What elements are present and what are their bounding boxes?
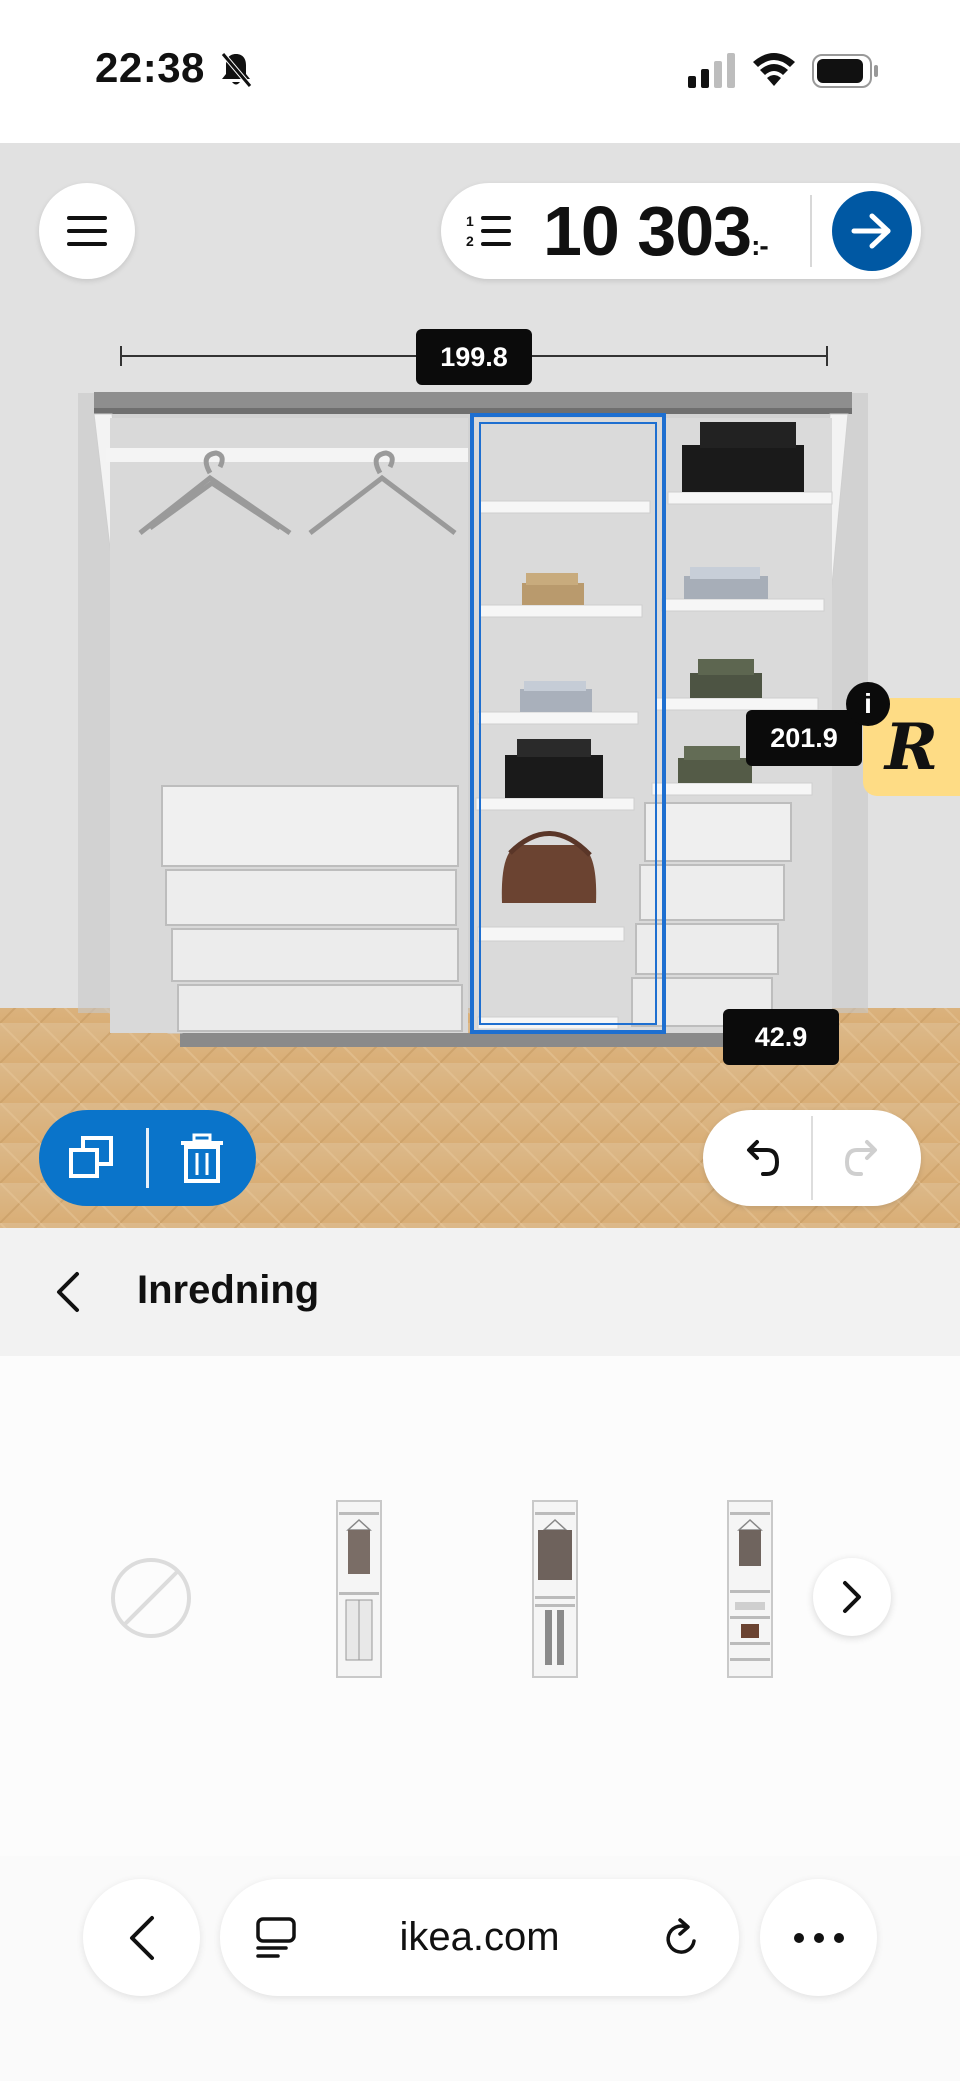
interior-option-3[interactable] (727, 1500, 773, 1678)
chevron-left-icon (57, 1272, 79, 1312)
address-bar[interactable]: ikea.com (220, 1879, 739, 1996)
section-back-button[interactable] (40, 1262, 96, 1322)
price-suffix: :- (751, 230, 769, 261)
total-price: 10 303:- (543, 192, 769, 270)
bell-slash-icon (221, 52, 252, 88)
section-header: Inredning (0, 1228, 960, 1356)
delete-button[interactable] (172, 1128, 232, 1188)
status-bar: 22:38 (0, 0, 960, 143)
browser-back-button[interactable] (83, 1879, 200, 1996)
redo-icon (844, 1140, 877, 1176)
history-controls (703, 1110, 921, 1206)
svg-text:1: 1 (466, 213, 474, 229)
cellular-signal-icon (688, 53, 735, 88)
numbered-list-icon: 1 2 (466, 213, 511, 249)
divider (811, 1116, 813, 1200)
chevron-left-icon (129, 1915, 154, 1960)
chevron-right-icon (843, 1581, 861, 1613)
browser-more-button[interactable] (760, 1879, 877, 1996)
browser-toolbar: ikea.com (0, 1856, 960, 2081)
configurator-canvas[interactable]: 1 2 10 303:- 199.8 201.9 42.9 R i (0, 143, 960, 1228)
arrow-right-icon (851, 213, 891, 249)
divider (810, 195, 812, 267)
svg-text:2: 2 (466, 233, 474, 249)
battery-icon (812, 54, 878, 88)
undo-button[interactable] (731, 1128, 791, 1188)
divider (146, 1128, 149, 1188)
interior-option-1[interactable] (336, 1500, 382, 1678)
info-icon[interactable]: i (846, 682, 890, 726)
selection-actions (39, 1110, 256, 1206)
height-dimension-label[interactable]: 201.9 (746, 710, 862, 766)
menu-button[interactable] (39, 183, 135, 279)
wifi-icon (753, 53, 795, 86)
hamburger-menu-icon (67, 216, 107, 246)
no-option-icon[interactable] (110, 1557, 192, 1639)
continue-button[interactable] (832, 191, 912, 271)
duplicate-button[interactable] (61, 1128, 121, 1188)
undo-icon (747, 1140, 780, 1176)
depth-dimension-label[interactable]: 42.9 (723, 1009, 839, 1065)
carousel-next-button[interactable] (813, 1558, 891, 1636)
trash-icon (181, 1133, 223, 1183)
interior-option-2[interactable] (532, 1500, 578, 1678)
interior-options-carousel (0, 1356, 960, 1856)
more-icon (793, 1932, 844, 1943)
section-title: Inredning (137, 1268, 320, 1312)
wardrobe-render (0, 143, 960, 1228)
reload-icon[interactable] (660, 1915, 704, 1961)
duplicate-icon (69, 1136, 113, 1178)
assistant-badge-logo: R (884, 709, 939, 785)
width-dimension-label[interactable]: 199.8 (416, 329, 532, 385)
redo-button[interactable] (833, 1128, 893, 1188)
status-time: 22:38 (95, 44, 205, 91)
price-summary[interactable]: 1 2 10 303:- (441, 183, 921, 279)
